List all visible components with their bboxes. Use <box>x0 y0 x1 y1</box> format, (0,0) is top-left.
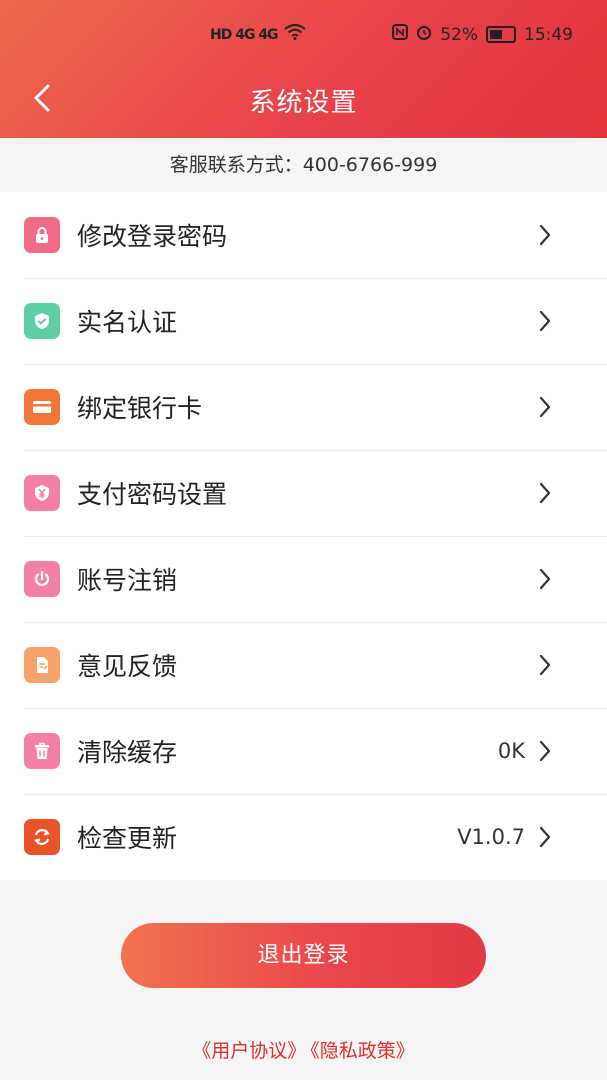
network-indicator: HD 4G 4G <box>210 26 279 43</box>
feedback-doc-icon <box>24 647 60 683</box>
chevron-right-icon <box>531 651 559 679</box>
clock: 15:49 <box>524 24 573 45</box>
menu-item-clear-cache[interactable]: 清除缓存 0K <box>0 708 607 794</box>
menu-item-label: 支付密码设置 <box>77 480 228 509</box>
battery-icon <box>486 26 516 43</box>
menu-item-label: 意见反馈 <box>77 652 178 681</box>
nfc-icon <box>392 24 409 45</box>
menu-item-real-name-verification[interactable]: 实名认证 <box>0 278 607 364</box>
status-bar: HD 4G 4G 52% 15:49 <box>0 22 607 50</box>
credit-card-icon <box>24 389 60 425</box>
version-value: V1.0.7 <box>457 825 525 849</box>
cache-size-value: 0K <box>497 739 525 763</box>
menu-item-feedback[interactable]: 意见反馈 <box>0 622 607 708</box>
page-title: 系统设置 <box>249 88 358 118</box>
battery-percent: 52% <box>440 24 478 45</box>
menu-item-label: 账号注销 <box>77 566 178 595</box>
status-right: 52% 15:49 <box>392 24 573 45</box>
refresh-icon <box>24 819 60 855</box>
menu-item-label: 绑定银行卡 <box>77 394 203 423</box>
chevron-right-icon <box>531 737 559 765</box>
chevron-right-icon <box>531 823 559 851</box>
menu-item-account-cancellation[interactable]: 账号注销 <box>0 536 607 622</box>
menu-item-check-update[interactable]: 检查更新 V1.0.7 <box>0 794 607 880</box>
menu-item-label: 清除缓存 <box>77 738 178 767</box>
trash-icon <box>24 733 60 769</box>
service-contact: 客服联系方式：400-6766-999 <box>0 138 607 192</box>
chevron-right-icon <box>531 565 559 593</box>
chevron-right-icon <box>531 479 559 507</box>
shield-check-icon <box>24 303 60 339</box>
legal-links: 《用户协议》 《隐私政策》 <box>0 1036 607 1063</box>
lock-icon <box>24 217 60 253</box>
menu-item-label: 修改登录密码 <box>77 222 228 251</box>
wifi-icon <box>283 24 306 45</box>
status-left: HD 4G 4G <box>210 24 306 45</box>
menu-item-label: 检查更新 <box>77 824 178 853</box>
chevron-right-icon <box>531 307 559 335</box>
settings-list: 修改登录密码 实名认证 绑定银行卡 支付密码设置 账号注销 意见反馈 清除缓存 … <box>0 192 607 880</box>
power-icon <box>24 561 60 597</box>
menu-item-payment-password[interactable]: 支付密码设置 <box>0 450 607 536</box>
chevron-right-icon <box>531 393 559 421</box>
yen-shield-icon <box>24 475 60 511</box>
menu-item-bind-bank-card[interactable]: 绑定银行卡 <box>0 364 607 450</box>
header: HD 4G 4G 52% 15:49 系统设置 <box>0 0 607 138</box>
alarm-icon <box>416 24 432 45</box>
chevron-right-icon <box>531 221 559 249</box>
privacy-policy-link[interactable]: 《隐私政策》 <box>310 1040 415 1062</box>
nav-bar: 系统设置 <box>0 70 607 130</box>
menu-item-label: 实名认证 <box>77 308 178 337</box>
logout-button[interactable]: 退出登录 <box>121 923 486 988</box>
user-agreement-link[interactable]: 《用户协议》 <box>192 1040 306 1062</box>
menu-item-change-login-password[interactable]: 修改登录密码 <box>0 192 607 278</box>
